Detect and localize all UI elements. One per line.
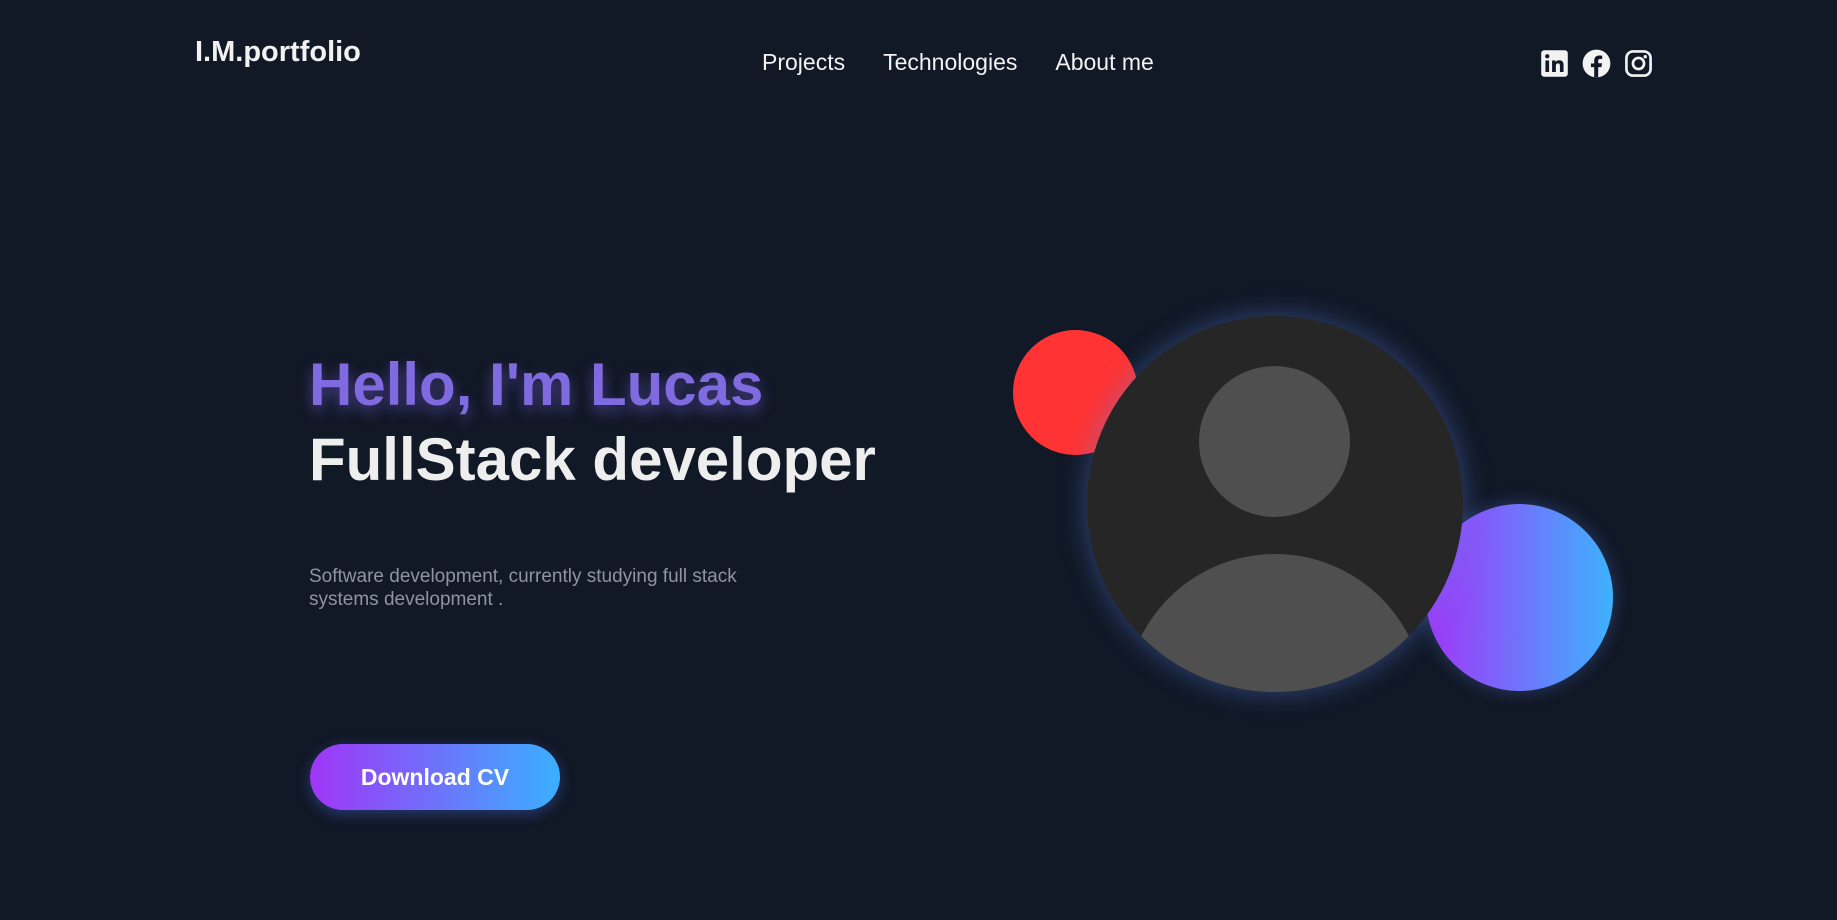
hero-role: FullStack developer bbox=[309, 426, 876, 493]
nav-projects[interactable]: Projects bbox=[762, 49, 845, 76]
site-logo[interactable]: I.M.portfolio bbox=[195, 36, 361, 69]
linkedin-icon[interactable] bbox=[1540, 49, 1569, 78]
hero-description: Software development, currently studying… bbox=[309, 566, 737, 610]
main-nav: Projects Technologies About me bbox=[762, 49, 1154, 76]
page: I.M.portfolio Projects Technologies Abou… bbox=[0, 0, 1837, 920]
avatar-body bbox=[1125, 554, 1425, 692]
instagram-icon[interactable] bbox=[1624, 49, 1653, 78]
hero-greeting: Hello, I'm Lucas bbox=[309, 351, 764, 418]
download-cv-button[interactable]: Download CV bbox=[310, 744, 560, 810]
nav-about-me[interactable]: About me bbox=[1055, 49, 1153, 76]
facebook-icon[interactable] bbox=[1582, 49, 1611, 78]
avatar-head bbox=[1199, 366, 1350, 517]
social-links bbox=[1540, 49, 1653, 78]
avatar-placeholder-icon bbox=[1087, 316, 1463, 692]
nav-technologies[interactable]: Technologies bbox=[883, 49, 1017, 76]
